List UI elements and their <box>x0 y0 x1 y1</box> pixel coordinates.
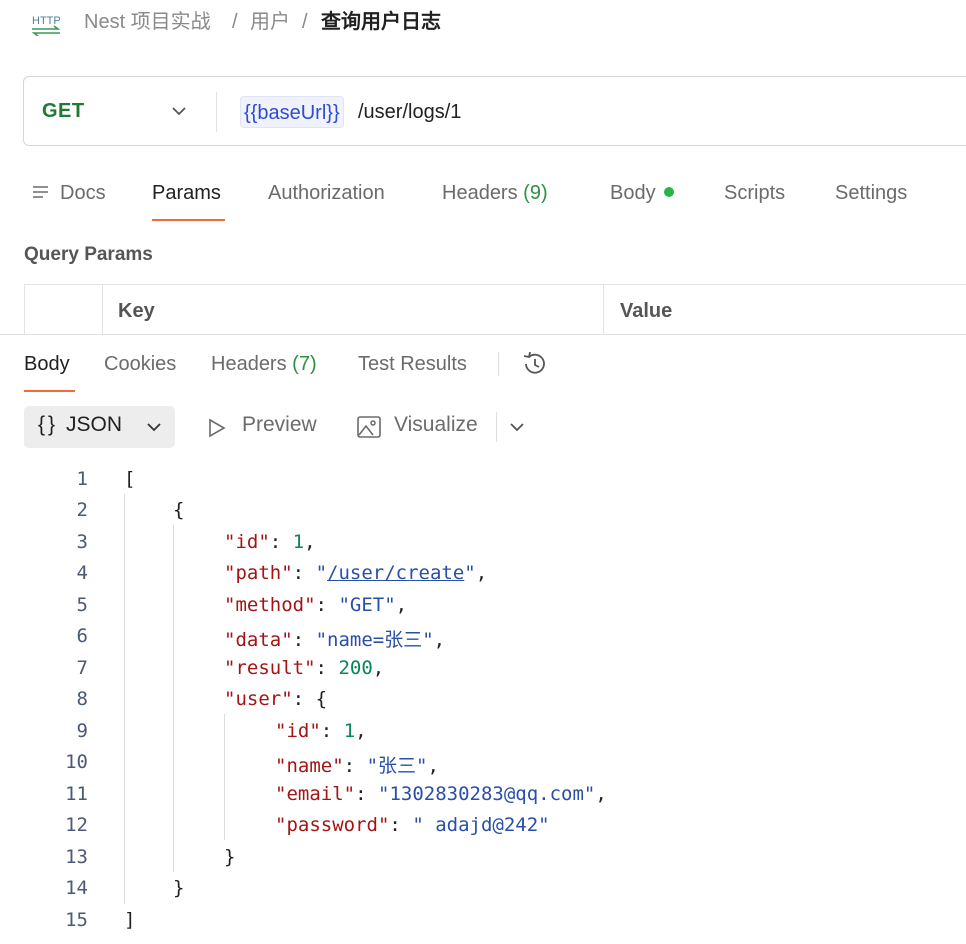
line-number: 10 <box>65 751 88 773</box>
breadcrumb-request-title[interactable]: 查询用户日志 <box>321 10 441 34</box>
indent-guide <box>173 525 174 872</box>
image-icon <box>357 416 381 438</box>
url-variable[interactable]: {{baseUrl}} <box>240 96 344 128</box>
tab-body[interactable]: Body <box>610 180 674 206</box>
tab-headers[interactable]: Headers (9) <box>442 180 548 206</box>
indent-guide <box>124 494 125 904</box>
path-link[interactable]: /user/create <box>327 562 464 584</box>
query-params-title: Query Params <box>24 244 153 265</box>
line-number: 8 <box>76 688 88 710</box>
line-number: 13 <box>65 846 88 868</box>
play-icon <box>209 418 226 438</box>
tab-docs[interactable]: Docs <box>60 180 106 206</box>
visualize-button[interactable]: Visualize <box>394 413 478 437</box>
url-bar <box>23 76 966 146</box>
method-selector[interactable]: GET <box>42 100 85 123</box>
line-number: 9 <box>76 720 88 742</box>
table-divider <box>102 284 103 334</box>
code-line: "path": "/user/create", <box>224 562 488 584</box>
chevron-down-icon[interactable] <box>170 102 188 120</box>
format-label: JSON <box>66 413 123 436</box>
line-number: 7 <box>76 657 88 679</box>
line-number: 4 <box>76 562 88 584</box>
response-tab-headers[interactable]: Headers (7) <box>211 351 317 377</box>
breadcrumb-separator: / <box>232 11 238 33</box>
key-column-header: Key <box>118 300 155 322</box>
http-icon-label: HTTP <box>32 15 61 27</box>
line-number: 14 <box>65 877 88 899</box>
active-tab-indicator <box>24 390 75 392</box>
response-tab-body[interactable]: Body <box>24 351 70 377</box>
code-line: "id": 1, <box>275 720 367 742</box>
pane-divider[interactable] <box>0 334 966 335</box>
code-line: ] <box>124 909 136 931</box>
value-column-header: Value <box>620 300 673 322</box>
active-tab-indicator <box>152 219 225 221</box>
code-line: "method": "GET", <box>224 594 408 616</box>
line-number: 6 <box>76 625 88 647</box>
tab-scripts[interactable]: Scripts <box>724 180 785 206</box>
chevron-down-icon[interactable] <box>145 418 163 436</box>
tab-headers-label: Headers <box>442 182 518 204</box>
code-line: "password": " adajd@242" <box>275 814 550 836</box>
format-selector-label: {} JSON <box>38 413 122 437</box>
line-number: 5 <box>76 594 88 616</box>
braces-icon: {} <box>38 413 59 436</box>
tab-settings[interactable]: Settings <box>835 180 907 206</box>
code-line: { <box>173 499 185 521</box>
code-line: [ <box>124 468 136 490</box>
tab-separator <box>498 352 499 376</box>
line-number: 3 <box>76 531 88 553</box>
line-number: 11 <box>65 783 88 805</box>
response-headers-count: (7) <box>292 353 317 375</box>
line-number: 12 <box>65 814 88 836</box>
code-line: "id": 1, <box>224 531 316 553</box>
preview-button[interactable]: Preview <box>242 413 317 437</box>
http-request-icon: HTTP <box>31 15 61 36</box>
line-number: 2 <box>76 499 88 521</box>
url-divider <box>216 92 217 132</box>
code-line: } <box>224 846 236 868</box>
url-input[interactable]: /user/logs/1 <box>358 96 461 128</box>
code-line: "user": { <box>224 688 328 710</box>
indent-guide <box>224 714 225 840</box>
code-line: "result": 200, <box>224 657 385 679</box>
breadcrumb-folder[interactable]: 用户 <box>250 10 290 34</box>
chevron-down-icon[interactable] <box>508 418 526 436</box>
breadcrumb-separator: / <box>302 11 308 33</box>
docs-icon <box>33 186 48 198</box>
history-icon[interactable] <box>520 350 550 378</box>
breadcrumb-collection[interactable]: Nest 项目实战 <box>84 10 211 34</box>
tab-authorization[interactable]: Authorization <box>268 180 385 206</box>
code-line: "email": "1302830283@qq.com", <box>275 783 607 805</box>
line-number: 1 <box>76 468 88 490</box>
tab-params[interactable]: Params <box>152 180 221 206</box>
tab-body-label: Body <box>610 182 656 204</box>
line-number: 15 <box>65 909 88 931</box>
code-line: "data": "name=张三", <box>224 629 446 651</box>
response-tab-headers-label: Headers <box>211 353 287 375</box>
table-divider <box>603 284 604 334</box>
query-params-table <box>24 284 966 334</box>
response-tab-cookies[interactable]: Cookies <box>104 351 176 377</box>
code-line: } <box>173 877 185 899</box>
headers-count: (9) <box>523 182 548 204</box>
body-status-dot <box>663 187 674 197</box>
toolbar-separator <box>496 412 497 442</box>
code-line: "name": "张三", <box>275 755 439 777</box>
response-tab-test-results[interactable]: Test Results <box>358 351 467 377</box>
